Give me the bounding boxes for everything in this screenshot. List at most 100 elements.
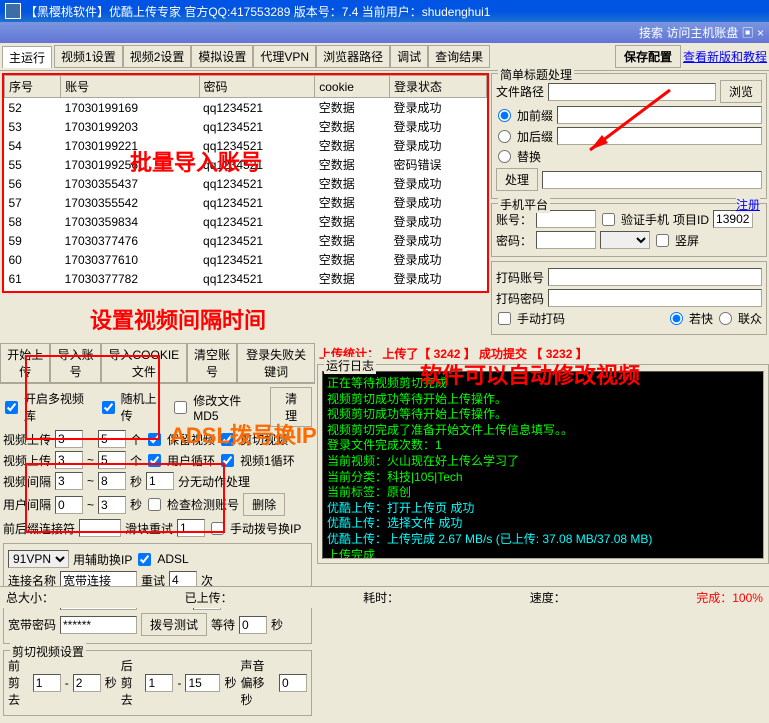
table-row[interactable]: 5417030199221qq1234521空数据登录成功 [5, 136, 487, 155]
ruokuai-radio[interactable] [670, 312, 683, 325]
table-row[interactable]: 6117030377782qq1234521空数据登录成功 [5, 269, 487, 288]
slide-input[interactable] [177, 519, 205, 537]
window-title: 【黑樱桃软件】优酷上传专家 官方QQ:417553289 版本号：7.4 当前用… [25, 3, 490, 20]
log-line: 优酷上传：选择文件 成功 [327, 516, 759, 532]
multi-library-check[interactable] [5, 401, 18, 414]
run-log[interactable]: 正在等待视频剪切完成视频剪切成功等待开始上传操作。视频剪切成功等待开始上传操作。… [322, 371, 764, 559]
modify-md5-check[interactable] [174, 401, 187, 414]
col-header[interactable]: cookie [315, 76, 390, 98]
col-header[interactable]: 密码 [199, 76, 315, 98]
col-header[interactable]: 序号 [5, 76, 61, 98]
ui2-input[interactable] [98, 496, 126, 514]
vu3-input[interactable] [55, 451, 83, 469]
cut-video-check[interactable] [221, 433, 234, 446]
lower-tabs: 开始上传 导入账号 导入COOKIE文件 清空账号 登录失败关键词 [0, 343, 315, 384]
fc2-input[interactable] [73, 674, 101, 692]
log-line: 当前分类：科技|105|Tech [327, 470, 759, 486]
prefix-input[interactable] [557, 106, 762, 124]
mobile-group: 手机平台 注册 账号： 验证手机 项目ID 密码： 竖屏 [491, 203, 767, 257]
check-update-link[interactable]: 查看新版和教程 [683, 48, 767, 65]
log-line: 当前标签：原创 [327, 485, 759, 501]
vi1-input[interactable] [55, 472, 83, 490]
dama-password-input[interactable] [548, 289, 762, 307]
main-toolbar: 主运行 视频1设置视频2设置模拟设置代理VPN浏览器路径调试查询结果 保存配置 … [0, 43, 769, 71]
tab-浏览器路径[interactable]: 浏览器路径 [316, 45, 390, 68]
register-link[interactable]: 注册 [736, 196, 760, 213]
keep-video-check[interactable] [148, 433, 161, 446]
dial-test-button[interactable]: 拨号测试 [141, 613, 207, 636]
wait-input[interactable] [239, 616, 267, 634]
vu4-input[interactable] [98, 451, 126, 469]
login-keyword-tab[interactable]: 登录失败关键词 [237, 343, 315, 383]
table-row[interactable]: 6217030377883qq1234521空数据登录成功 [5, 288, 487, 293]
save-config-button[interactable]: 保存配置 [615, 45, 681, 68]
clean-button[interactable]: 清理 [270, 387, 312, 427]
dama-group: 打码账号 打码密码 手动打码 若快 联众 [491, 261, 767, 335]
empty-account-tab[interactable]: 清空账号 [187, 343, 237, 383]
table-row[interactable]: 5317030199203qq1234521空数据登录成功 [5, 117, 487, 136]
col-header[interactable]: 账号 [61, 76, 199, 98]
vpn-select[interactable]: 91VPN [8, 550, 69, 568]
tab-查询结果[interactable]: 查询结果 [428, 45, 490, 68]
fc1-input[interactable] [33, 674, 61, 692]
import-cookie-tab[interactable]: 导入COOKIE文件 [101, 343, 187, 383]
video1-loop-check[interactable] [221, 454, 234, 467]
vu2-input[interactable] [98, 430, 126, 448]
col-header[interactable]: 登录状态 [390, 76, 487, 98]
process-input[interactable] [542, 171, 762, 189]
vertical-check[interactable] [656, 234, 669, 247]
audio-input[interactable] [279, 674, 307, 692]
check-account-check[interactable] [148, 498, 161, 511]
file-path-input[interactable] [548, 83, 716, 101]
table-row[interactable]: 5517030199256qq1234521空数据密码错误 [5, 155, 487, 174]
process-button[interactable]: 处理 [496, 168, 538, 191]
table-row[interactable]: 5917030377476qq1234521空数据登录成功 [5, 231, 487, 250]
log-line: 优酷上传：上传完成 2.67 MB/s (已上传: 37.08 MB/37.08… [327, 532, 759, 548]
verify-phone-check[interactable] [602, 213, 615, 226]
delete-account-button[interactable]: 删除 [243, 493, 285, 516]
prefix-radio[interactable] [498, 109, 511, 122]
table-row[interactable]: 6017030377610qq1234521空数据登录成功 [5, 250, 487, 269]
vu1-input[interactable] [55, 430, 83, 448]
import-account-tab[interactable]: 导入账号 [50, 343, 100, 383]
account-table[interactable]: 序号账号密码cookie登录状态 5217030199169qq1234521空… [2, 73, 489, 293]
main-run-tab[interactable]: 主运行 [2, 46, 52, 68]
password-input[interactable] [536, 231, 596, 249]
tab-视频2设置[interactable]: 视频2设置 [123, 45, 192, 68]
table-row[interactable]: 5617030355437qq1234521空数据登录成功 [5, 174, 487, 193]
platform-select[interactable] [600, 231, 650, 249]
manual-code-check[interactable] [498, 312, 511, 325]
window-titlebar: 【黑樱桃软件】优酷上传专家 官方QQ:417553289 版本号：7.4 当前用… [0, 0, 769, 22]
bc2-input[interactable] [185, 674, 220, 692]
adsl-check[interactable] [138, 553, 151, 566]
tab-代理VPN[interactable]: 代理VPN [253, 45, 316, 68]
tab-视频1设置[interactable]: 视频1设置 [54, 45, 123, 68]
noaction-input[interactable] [146, 472, 174, 490]
dama-account-input[interactable] [548, 268, 762, 286]
suffix-radio[interactable] [498, 130, 511, 143]
log-line: 登录文件完成次数：1 [327, 438, 759, 454]
lianzhong-radio[interactable] [719, 312, 732, 325]
manual-dial-check[interactable] [211, 522, 224, 535]
start-upload-tab[interactable]: 开始上传 [0, 343, 50, 383]
random-upload-check[interactable] [102, 401, 115, 414]
bb-password-input[interactable] [60, 616, 137, 634]
table-row[interactable]: 5717030355542qq1234521空数据登录成功 [5, 193, 487, 212]
vi2-input[interactable] [98, 472, 126, 490]
upload-stats: 上传统计： 上传了【 3242 】 成功提交 【 3232 】 [317, 343, 769, 364]
tab-模拟设置[interactable]: 模拟设置 [191, 45, 253, 68]
replace-radio[interactable] [498, 150, 511, 163]
log-line: 上传完成 [327, 548, 759, 559]
table-row[interactable]: 5217030199169qq1234521空数据登录成功 [5, 98, 487, 118]
log-line: 视频剪切成功等待开始上传操作。 [327, 392, 759, 408]
browse-button[interactable]: 浏览 [720, 80, 762, 103]
log-line: 视频剪切成功等待开始上传操作。 [327, 407, 759, 423]
ui1-input[interactable] [55, 496, 83, 514]
fore-thread-input[interactable] [79, 519, 121, 537]
user-loop-check[interactable] [148, 454, 161, 467]
table-row[interactable]: 5817030359834qq1234521空数据登录成功 [5, 212, 487, 231]
suffix-input[interactable] [557, 127, 762, 145]
log-line: 优酷上传：打开上传页 成功 [327, 501, 759, 517]
bc1-input[interactable] [145, 674, 173, 692]
tab-调试[interactable]: 调试 [390, 45, 428, 68]
